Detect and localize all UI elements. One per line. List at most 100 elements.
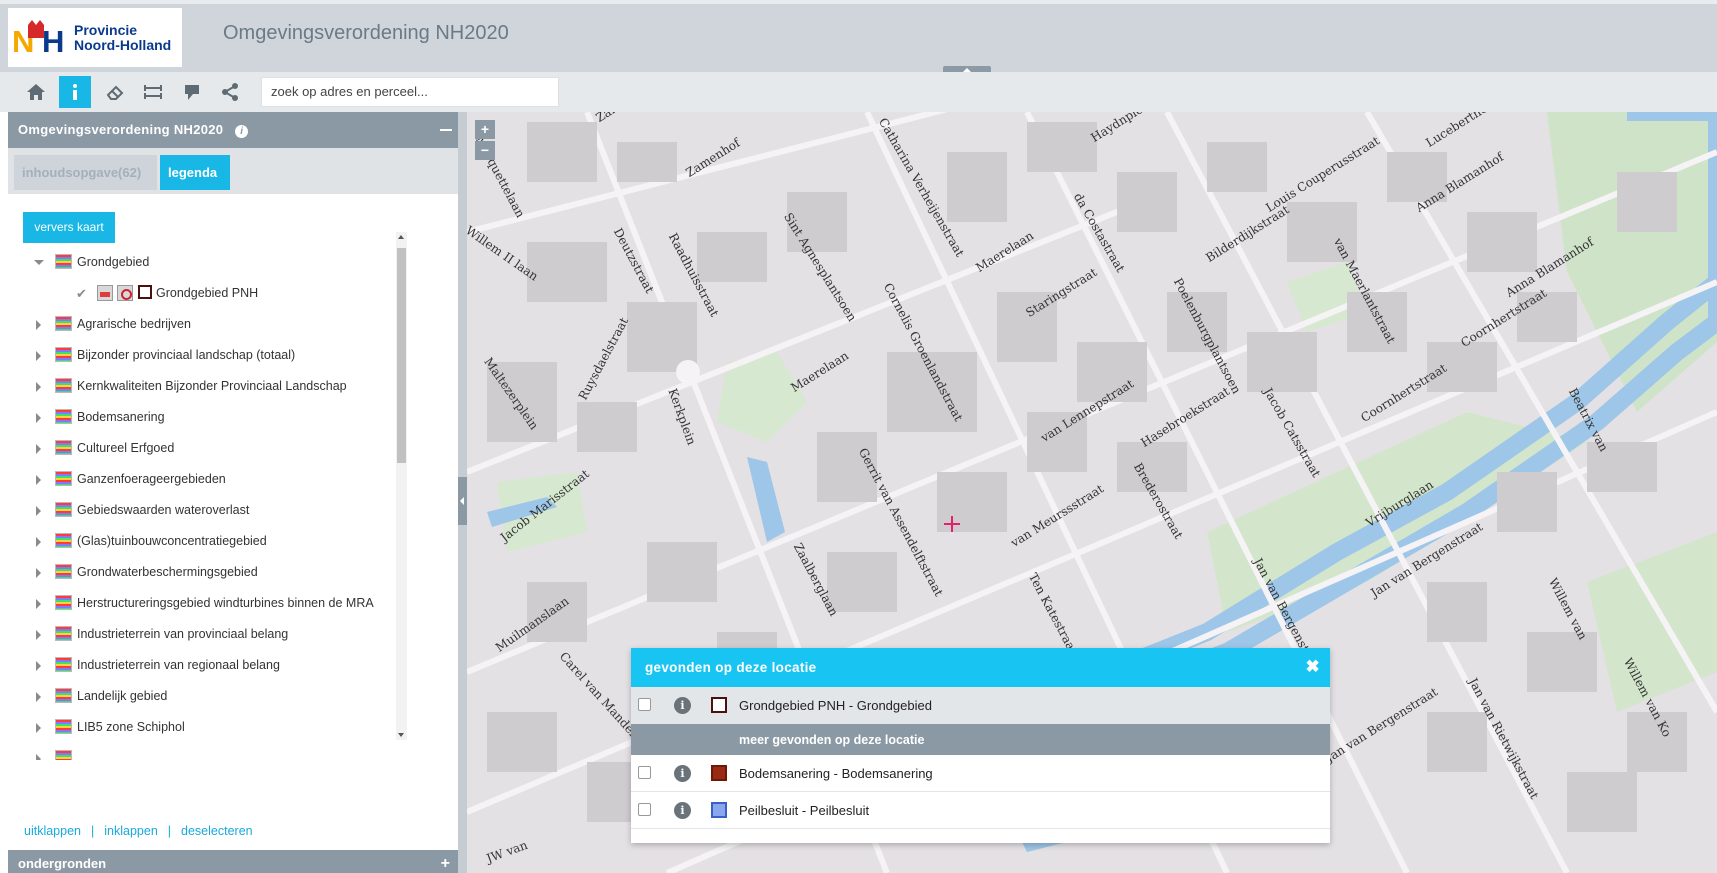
logo[interactable]: N H Provincie Noord-Holland bbox=[8, 8, 182, 67]
tree-item[interactable]: (Glas)tuinbouwconcentratiegebied bbox=[8, 531, 428, 555]
legend-swatch-icon bbox=[711, 765, 727, 781]
collapse-all-link[interactable]: inklappen bbox=[104, 824, 158, 838]
tree-item[interactable]: Gebiedswaarden wateroverlast bbox=[8, 500, 428, 524]
tree-item-label: Bodemsanering bbox=[77, 410, 165, 424]
measure-icon bbox=[144, 85, 162, 99]
scroll-thumb[interactable] bbox=[397, 248, 406, 463]
checked-checkbox-icon[interactable]: ✔ bbox=[76, 286, 87, 302]
home-button[interactable] bbox=[20, 76, 52, 108]
tree-item[interactable]: Industrieterrein van regionaal belang bbox=[8, 655, 428, 679]
tree-item[interactable]: Industrieterrein van provinciaal belang bbox=[8, 624, 428, 648]
expand-arrow-icon[interactable] bbox=[36, 599, 41, 609]
tree-item[interactable]: Bijzonder provinciaal landschap (totaal) bbox=[8, 345, 428, 369]
pin-button[interactable] bbox=[176, 76, 208, 108]
expand-arrow-icon[interactable] bbox=[36, 475, 41, 485]
tree-item[interactable]: Grondwaterbeschermingsgebied bbox=[8, 562, 428, 586]
tree-item[interactable]: Agrarische bedrijven bbox=[8, 314, 428, 338]
scroll-down-icon[interactable] bbox=[398, 733, 404, 737]
share-button[interactable] bbox=[214, 76, 246, 108]
tree-item[interactable]: Ganzenfoerageergebieden bbox=[8, 469, 428, 493]
deselect-link[interactable]: deselecteren bbox=[181, 824, 253, 838]
tree-item[interactable]: Kernkwaliteiten Bijzonder Provinciaal La… bbox=[8, 376, 428, 400]
tree-item[interactable]: LIB5 zone Schiphol bbox=[8, 717, 428, 741]
layer-group-icon bbox=[55, 750, 72, 760]
expand-arrow-icon[interactable] bbox=[36, 568, 41, 578]
expand-arrow-icon[interactable] bbox=[36, 537, 41, 547]
expand-all-link[interactable]: uitklappen bbox=[24, 824, 81, 838]
eraser-button[interactable] bbox=[99, 76, 131, 108]
close-icon[interactable]: ✖ bbox=[1305, 657, 1320, 677]
tab-inhoudsopgave[interactable]: inhoudsopgave(62) bbox=[14, 155, 157, 190]
collapse-arrow-icon[interactable] bbox=[34, 260, 44, 265]
tree-item[interactable]: Herstructureringsgebied windturbines bin… bbox=[8, 593, 428, 617]
layer-group-icon bbox=[55, 409, 72, 424]
result-row[interactable]: i Bodemsanering - Bodemsanering bbox=[631, 755, 1330, 792]
panel-collapse-icon[interactable] bbox=[440, 129, 452, 131]
refresh-map-button[interactable]: ververs kaart bbox=[23, 212, 115, 243]
share-icon bbox=[222, 83, 238, 101]
result-row[interactable]: i Grondgebied PNH - Grondgebied bbox=[631, 687, 1330, 724]
layer-group-icon bbox=[55, 502, 72, 517]
layer-group-icon bbox=[55, 471, 72, 486]
info-icon[interactable]: i bbox=[674, 765, 691, 782]
expand-arrow-icon[interactable] bbox=[36, 351, 41, 361]
tree-item-label: LIB5 zone Schiphol bbox=[77, 720, 185, 734]
tree-item-label: Gebiedswaarden wateroverlast bbox=[77, 503, 250, 517]
tree-scrollbar[interactable] bbox=[396, 232, 407, 740]
zoom-in-button[interactable]: + bbox=[475, 120, 495, 139]
result-checkbox[interactable] bbox=[638, 698, 651, 711]
tree-item-label: Agrarische bedrijven bbox=[77, 317, 191, 331]
popup-header: gevonden op deze locatie ✖ bbox=[631, 648, 1330, 687]
app-root: N H Provincie Noord-Holland Omgevingsver… bbox=[0, 0, 1717, 873]
layer-panel: Omgevingsverordening NH2020 i inhoudsopg… bbox=[8, 112, 458, 873]
tree-item-label: Ganzenfoerageergebieden bbox=[77, 472, 226, 486]
tree-item-label: Industrieterrein van regionaal belang bbox=[77, 658, 280, 672]
expand-arrow-icon[interactable] bbox=[36, 444, 41, 454]
expand-arrow-icon[interactable] bbox=[36, 506, 41, 516]
tree-item-label: Bijzonder provinciaal landschap (totaal) bbox=[77, 348, 296, 362]
collapse-panel-handle[interactable] bbox=[458, 477, 467, 525]
result-row[interactable]: i Peilbesluit - Peilbesluit bbox=[631, 792, 1330, 829]
panel-splitter[interactable] bbox=[458, 112, 467, 873]
legend-swatch-icon bbox=[711, 697, 727, 713]
info-icon[interactable]: i bbox=[674, 802, 691, 819]
app-title: Omgevingsverordening NH2020 bbox=[223, 22, 509, 44]
panel-info-icon[interactable]: i bbox=[235, 125, 249, 138]
layer-style-icon[interactable] bbox=[97, 285, 113, 301]
measure-button[interactable] bbox=[137, 76, 169, 108]
info-icon[interactable]: i bbox=[674, 697, 691, 714]
tree-item[interactable]: Bodemsanering bbox=[8, 407, 428, 431]
result-checkbox[interactable] bbox=[638, 803, 651, 816]
pin-icon bbox=[185, 85, 199, 100]
tree-item-grondgebied-pnh[interactable]: ✔ Grondgebied PNH bbox=[8, 283, 428, 307]
layer-group-icon bbox=[55, 719, 72, 734]
layer-tree: Grondgebied ✔ Grondgebied PNH Agrarische… bbox=[8, 252, 448, 800]
expand-arrow-icon[interactable] bbox=[36, 382, 41, 392]
scroll-up-icon[interactable] bbox=[398, 235, 404, 239]
expand-arrow-icon[interactable] bbox=[36, 723, 41, 733]
tab-legenda[interactable]: legenda bbox=[160, 155, 230, 190]
svg-text:H: H bbox=[42, 24, 64, 56]
tree-actions: uitklappen | inklappen | deselecteren bbox=[24, 824, 253, 838]
tree-item-label: Kernkwaliteiten Bijzonder Provinciaal La… bbox=[77, 379, 347, 393]
layer-group-icon bbox=[55, 316, 72, 331]
info-button[interactable] bbox=[59, 76, 91, 108]
tree-item-label: Herstructureringsgebied windturbines bin… bbox=[77, 596, 374, 610]
tree-item[interactable]: Cultureel Erfgoed bbox=[8, 438, 428, 462]
basemaps-header[interactable]: ondergronden + bbox=[8, 850, 458, 873]
result-checkbox[interactable] bbox=[638, 766, 651, 779]
expand-arrow-icon[interactable] bbox=[36, 413, 41, 423]
tree-item-grondgebied[interactable]: Grondgebied bbox=[8, 252, 428, 276]
expand-arrow-icon[interactable] bbox=[36, 630, 41, 640]
expand-arrow-icon[interactable] bbox=[36, 692, 41, 702]
tree-item-label: Industrieterrein van provinciaal belang bbox=[77, 627, 289, 641]
search-input[interactable]: zoek op adres en perceel... bbox=[261, 77, 559, 107]
expand-arrow-icon[interactable] bbox=[36, 320, 41, 330]
expand-plus-icon[interactable]: + bbox=[441, 855, 450, 873]
expand-arrow-icon[interactable] bbox=[36, 661, 41, 671]
layer-group-icon bbox=[55, 254, 72, 269]
tree-item[interactable]: Landelijk gebied bbox=[8, 686, 428, 710]
layer-zoom-icon[interactable] bbox=[117, 285, 133, 301]
tree-item-label: Grondgebied PNH bbox=[156, 286, 259, 300]
zoom-out-button[interactable]: − bbox=[475, 141, 495, 160]
